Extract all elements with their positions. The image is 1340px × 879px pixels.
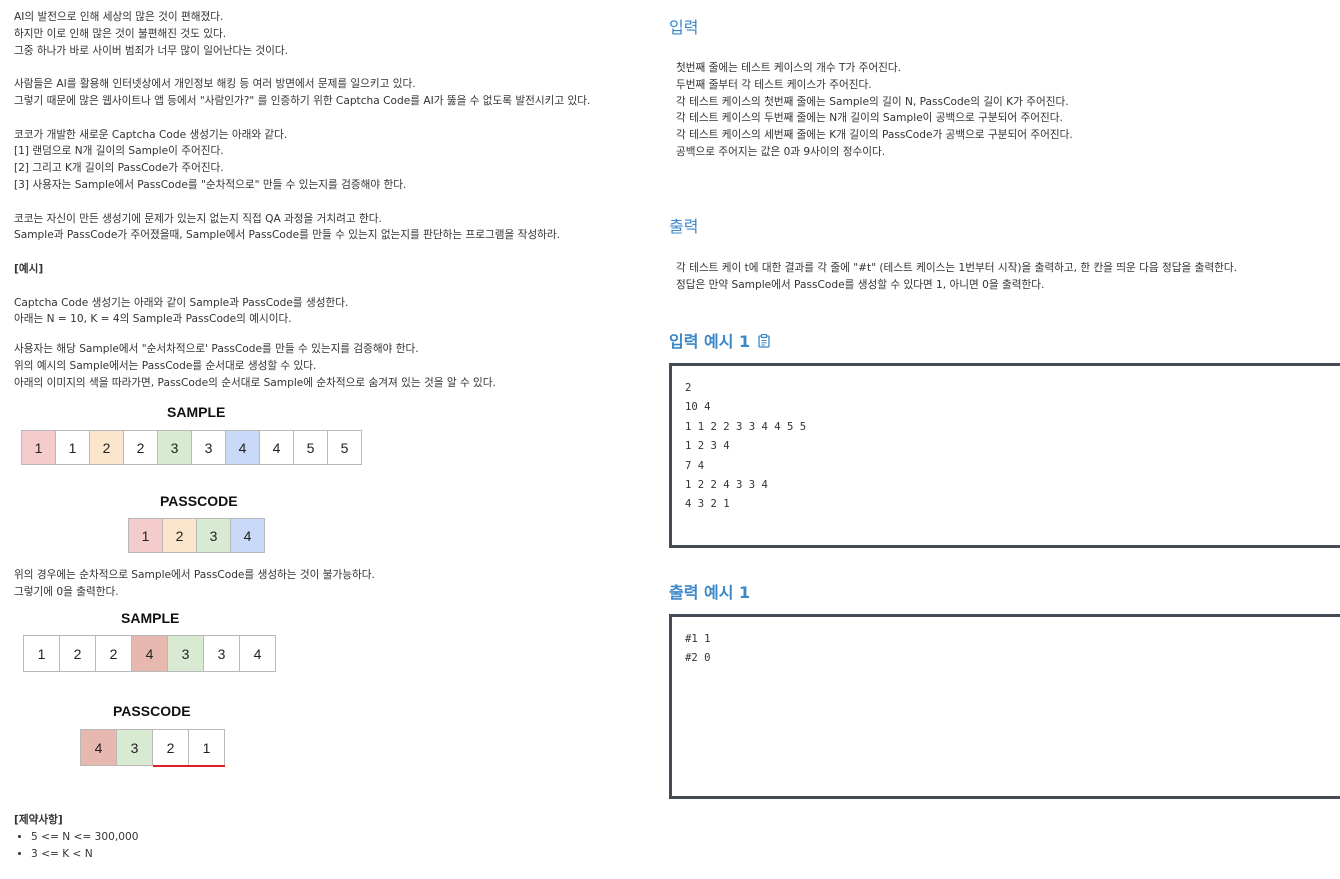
code-line: 1 2 2 4 3 3 4 xyxy=(685,478,768,491)
grid-cell: 5 xyxy=(293,430,328,465)
text-line: 각 테스트 케이 t에 대한 결과를 각 줄에 "#t" (테스트 케이스는 1… xyxy=(676,262,1237,274)
code-line: 1 2 3 4 xyxy=(685,440,730,453)
text-line: 코코는 자신이 만든 생성기에 문제가 있는지 없는지 직접 QA 과정을 거치… xyxy=(14,212,382,225)
code-line: #1 1 xyxy=(685,633,711,645)
grid-cell: 5 xyxy=(327,430,362,465)
grid-cell: 4 xyxy=(259,430,294,465)
text-line: [2] 그리고 K개 길이의 PassCode가 주어진다. xyxy=(14,162,224,175)
grid-cell: 3 xyxy=(191,430,226,465)
output-example-box[interactable]: #1 1 #2 0 xyxy=(669,614,1340,799)
grid-cell: 3 xyxy=(116,729,153,766)
grid-cell: 2 xyxy=(95,635,132,672)
grid-cell: 3 xyxy=(203,635,240,672)
sample-cells: 1224334 xyxy=(23,635,276,672)
grid-cell: 1 xyxy=(23,635,60,672)
passcode-title: PASSCODE xyxy=(160,493,238,509)
text-line: 아래의 이미지의 색을 따라가면, PassCode의 순서대로 Sample에… xyxy=(14,376,496,389)
grid-cell: 1 xyxy=(188,729,225,766)
text-line: [3] 사용자는 Sample에서 PassCode를 "순차적으로" 만들 수… xyxy=(14,178,407,191)
grid-cell: 4 xyxy=(239,635,276,672)
output-description: 각 테스트 케이 t에 대한 결과를 각 줄에 "#t" (테스트 케이스는 1… xyxy=(676,260,1237,294)
grid-cell: 2 xyxy=(123,430,158,465)
grid-cell: 4 xyxy=(131,635,168,672)
code-line: 1 1 2 2 3 3 4 4 5 5 xyxy=(685,420,807,433)
text-line: 사람들은 AI를 활용해 인터넷상에서 개인정보 해킹 등 여러 방면에서 문제… xyxy=(14,78,416,91)
sample-cells: 1122334455 xyxy=(21,430,362,465)
text-line: 사용자는 해당 Sample에서 "순서차적으로' PassCode를 만들 수… xyxy=(14,343,419,355)
clipboard-icon[interactable] xyxy=(758,333,770,352)
mismatch-underline xyxy=(153,765,225,767)
grid-cell: 2 xyxy=(89,430,124,465)
text-line: 두번째 줄부터 각 테스트 케이스가 주어진다. xyxy=(676,78,872,91)
grid-cell: 2 xyxy=(59,635,96,672)
text-line: 그렇기 때문에 많은 웹사이트나 앱 등에서 "사람인가?" 를 인증하기 위한… xyxy=(14,94,591,107)
input-example-box[interactable]: 2 10 4 1 1 2 2 3 3 4 4 5 5 1 2 3 4 7 4 1… xyxy=(669,363,1340,548)
text-line: Sample과 PassCode가 주어졌을때, Sample에서 PassCo… xyxy=(14,229,560,242)
text-line: 아래는 N = 10, K = 4의 Sample과 PassCode의 예시이… xyxy=(14,313,292,326)
example-heading: [예시] xyxy=(14,262,44,275)
grid-cell: 3 xyxy=(196,518,231,553)
grid-cell: 3 xyxy=(167,635,204,672)
text-line: 위의 예시의 Sample에서는 PassCode를 순서대로 생성할 수 있다… xyxy=(14,359,317,372)
input-example-label: 입력 예시 1 xyxy=(669,332,751,351)
counter-example-text: 위의 경우에는 순차적으로 Sample에서 PassCode를 생성하는 것이… xyxy=(14,567,375,601)
constraint-item: 5 <= N <= 300,000 xyxy=(31,829,138,846)
text-line: 위의 경우에는 순차적으로 Sample에서 PassCode를 생성하는 것이… xyxy=(14,569,375,581)
text-line: 공백으로 주어지는 값은 0과 9사이의 정수이다. xyxy=(676,145,886,158)
code-line: 2 xyxy=(685,382,692,394)
grid-cell: 4 xyxy=(225,430,260,465)
text-line: [1] 랜덤으로 N개 길이의 Sample이 주어진다. xyxy=(14,145,224,158)
grid-cell: 2 xyxy=(152,729,189,766)
text-line: 각 테스트 케이스의 첫번째 줄에는 Sample의 길이 N, PassCod… xyxy=(676,95,1069,108)
text-line: Captcha Code 생성기는 아래와 같이 Sample과 PassCod… xyxy=(14,296,349,309)
output-example-title: 출력 예시 1 xyxy=(669,583,751,602)
text-line: 그중 하나가 바로 사이버 범죄가 너무 많이 일어난다는 것이다. xyxy=(14,44,288,57)
grid-cell: 1 xyxy=(21,430,56,465)
text-line: AI의 발전으로 인해 세상의 많은 것이 편해졌다. xyxy=(14,11,224,23)
grid-cell: 3 xyxy=(157,430,192,465)
text-line: 각 테스트 케이스의 두번째 줄에는 N개 길이의 Sample이 공백으로 구… xyxy=(676,112,1063,125)
grid-cell: 4 xyxy=(80,729,117,766)
input-example-title: 입력 예시 1 xyxy=(669,328,770,352)
code-line: #2 0 xyxy=(685,652,711,665)
sample-title: SAMPLE xyxy=(121,610,180,626)
text-line: 각 테스트 케이스의 세번째 줄에는 K개 길이의 PassCode가 공백으로… xyxy=(676,129,1073,142)
text-line: 코코가 개발한 새로운 Captcha Code 생성기는 아래와 같다. xyxy=(14,128,288,141)
code-line: 10 4 xyxy=(685,401,711,414)
grid-cell: 2 xyxy=(162,518,197,553)
constraints: [제약사항] 5 <= N <= 300,000 3 <= K < N xyxy=(14,812,138,862)
grid-cell: 1 xyxy=(128,518,163,553)
text-line: 정답은 만약 Sample에서 PassCode를 생성할 수 있다면 1, 아… xyxy=(676,278,1045,291)
text-line: 그렇기에 0을 출력한다. xyxy=(14,585,119,598)
passcode-title: PASSCODE xyxy=(113,703,191,719)
sample-title: SAMPLE xyxy=(167,404,226,420)
constraint-item: 3 <= K < N xyxy=(31,846,138,863)
example-explanation: 사용자는 해당 Sample에서 "순서차적으로' PassCode를 만들 수… xyxy=(14,341,496,391)
text-line: 첫번째 줄에는 테스트 케이스의 개수 T가 주어진다. xyxy=(676,62,901,74)
constraints-heading: [제약사항] xyxy=(14,814,63,826)
code-line: 7 4 xyxy=(685,459,705,472)
output-section-title: 출력 xyxy=(669,217,699,236)
input-section-title: 입력 xyxy=(669,18,699,37)
passcode-cells: 1234 xyxy=(128,518,265,553)
grid-cell: 4 xyxy=(230,518,265,553)
code-line: 4 3 2 1 xyxy=(685,498,730,511)
passcode-cells: 4321 xyxy=(80,729,225,766)
problem-description: AI의 발전으로 인해 세상의 많은 것이 편해졌다. 하지만 이로 인해 많은… xyxy=(14,9,654,328)
text-line: 하지만 이로 인해 많은 것이 불편해진 것도 있다. xyxy=(14,27,227,40)
grid-cell: 1 xyxy=(55,430,90,465)
input-description: 첫번째 줄에는 테스트 케이스의 개수 T가 주어진다. 두번째 줄부터 각 테… xyxy=(676,60,1073,161)
